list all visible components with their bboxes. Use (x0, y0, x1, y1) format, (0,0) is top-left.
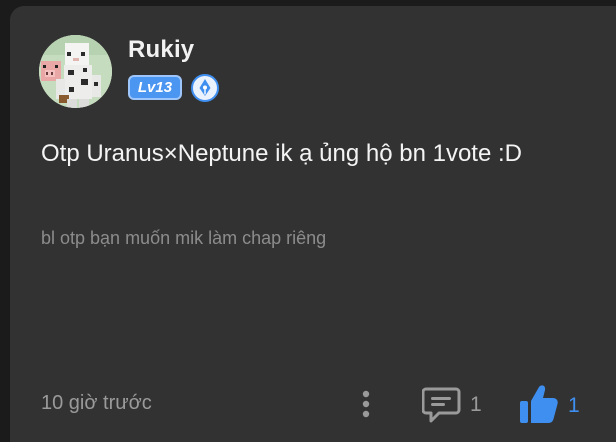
thumbs-up-icon (520, 385, 558, 423)
reply-count: 1 (470, 393, 482, 416)
level-badge: Lv13 (128, 75, 182, 100)
more-options-button[interactable] (355, 387, 377, 423)
minecraft-skin-avatar-icon (39, 35, 112, 108)
like-count: 1 (568, 394, 580, 417)
timestamp: 10 giờ trước (41, 392, 152, 414)
like-button[interactable]: 1 (518, 382, 598, 428)
username[interactable]: Rukiy (128, 36, 194, 64)
reply-button[interactable]: 1 (421, 384, 502, 428)
comment-text: Otp Uranus×Neptune ik ạ ủng hộ bn 1vote … (41, 140, 522, 167)
pen-nib-rank-icon (191, 74, 219, 102)
comment-icon (421, 387, 461, 423)
comment-card: Rukiy Lv13 Otp Uranus×Neptune ik ạ ủng h… (10, 6, 616, 442)
more-vertical-icon (362, 390, 370, 418)
comment-reference[interactable]: bl otp bạn muốn mik làm chap riêng (41, 228, 326, 249)
avatar[interactable] (39, 35, 112, 108)
